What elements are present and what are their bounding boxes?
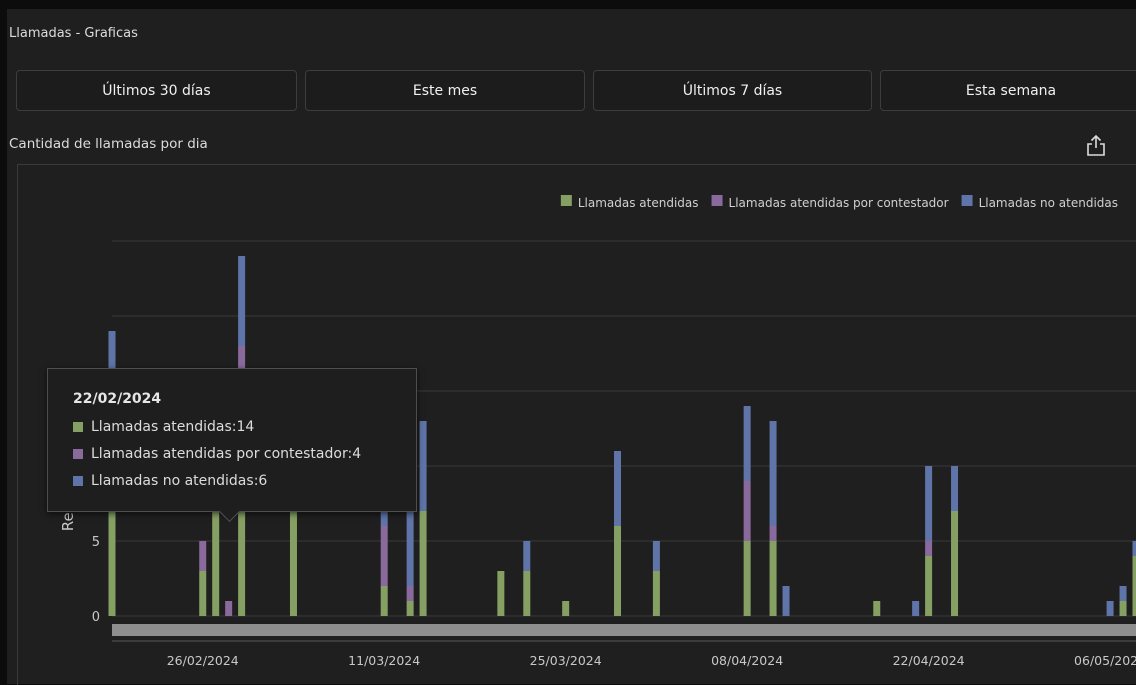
- bar-segment: [523, 541, 530, 571]
- tooltip-row-contestador: Llamadas atendidas por contestador 4: [73, 446, 361, 462]
- tooltip-value: 4: [352, 446, 361, 462]
- bar-segment: [199, 541, 206, 571]
- legend-label: Llamadas atendidas por contestador: [729, 196, 949, 210]
- tooltip-row-atendidas: Llamadas atendidas 14: [73, 419, 254, 435]
- bar-segment: [770, 541, 777, 616]
- bar-segment: [744, 541, 751, 616]
- x-tick-label: 08/04/2024: [711, 653, 783, 668]
- bar-segment: [614, 451, 621, 526]
- chart-tooltip: 22/02/2024 Llamadas atendidas 14 Llamada…: [47, 368, 417, 512]
- bar-segment: [420, 421, 427, 511]
- bar-segment: [290, 496, 297, 616]
- x-tick-label: 06/05/2024: [1074, 653, 1136, 668]
- bar-segment: [925, 556, 932, 616]
- bar-segment: [497, 571, 504, 616]
- chart-heading: Cantidad de llamadas por dia: [9, 136, 208, 152]
- bar-segment: [381, 586, 388, 616]
- legend-label: Llamadas no atendidas: [979, 196, 1118, 210]
- bar-segment: [614, 526, 621, 616]
- x-tick-label: 25/03/2024: [530, 653, 602, 668]
- graphs-panel: Llamadas - Graficas Últimos 30 días Este…: [7, 9, 1136, 684]
- bar-segment: [407, 601, 414, 616]
- x-tick-label: 26/02/2024: [167, 653, 239, 668]
- bar-segment: [407, 586, 414, 601]
- bar-segment: [1107, 601, 1114, 616]
- bar-segment: [744, 406, 751, 481]
- bar-segment: [562, 601, 569, 616]
- tooltip-label: Llamadas no atendidas: [91, 473, 258, 489]
- y-tick-label: 5: [92, 535, 100, 550]
- x-tick-label: 11/03/2024: [348, 653, 420, 668]
- chart-area: 051015Recuento26/02/202411/03/202425/03/…: [17, 164, 1136, 685]
- range-scrollbar: [112, 624, 1136, 636]
- share-export-icon[interactable]: [1083, 133, 1109, 159]
- bar-segment: [744, 481, 751, 541]
- bar-segment: [238, 256, 245, 346]
- bar-segment: [925, 541, 932, 556]
- tooltip-swatch: [73, 449, 83, 459]
- tooltip-date: 22/02/2024: [73, 391, 161, 407]
- legend-swatch: [962, 195, 973, 206]
- bar-segment: [381, 526, 388, 586]
- bar-segment: [523, 571, 530, 616]
- this-week-button[interactable]: Esta semana: [880, 70, 1136, 111]
- bar-segment: [407, 511, 414, 586]
- bar-segment: [1133, 556, 1136, 616]
- tooltip-value: 6: [258, 473, 267, 489]
- bar-segment: [653, 571, 660, 616]
- tooltip-swatch: [73, 422, 83, 432]
- bar-segment: [951, 511, 958, 616]
- tooltip-label: Llamadas atendidas: [91, 419, 237, 435]
- bar-segment: [653, 541, 660, 571]
- bar-segment: [783, 586, 790, 616]
- bar-segment: [873, 601, 880, 616]
- tooltip-label: Llamadas atendidas por contestador: [91, 446, 352, 462]
- tooltip-row-no-atendidas: Llamadas no atendidas 6: [73, 473, 267, 489]
- tooltip-swatch: [73, 476, 83, 486]
- panel-title: Llamadas - Graficas: [9, 26, 138, 41]
- bar-segment: [925, 466, 932, 541]
- tooltip-value: 14: [237, 419, 255, 435]
- legend-swatch: [561, 195, 572, 206]
- last-30-days-button[interactable]: Últimos 30 días: [16, 70, 297, 111]
- bar-segment: [912, 601, 919, 616]
- bar-segment: [770, 421, 777, 526]
- x-tick-label: 22/04/2024: [893, 653, 965, 668]
- bar-segment: [420, 511, 427, 616]
- bar-segment: [770, 526, 777, 541]
- bar-segment: [951, 466, 958, 511]
- bar-segment: [1133, 541, 1136, 556]
- bar-segment: [1120, 601, 1127, 616]
- this-month-button[interactable]: Este mes: [305, 70, 585, 111]
- y-tick-label: 0: [92, 610, 100, 625]
- bar-segment: [1120, 586, 1127, 601]
- bar-segment: [199, 571, 206, 616]
- legend-label: Llamadas atendidas: [578, 196, 699, 210]
- last-7-days-button[interactable]: Últimos 7 días: [593, 70, 872, 111]
- legend-swatch: [712, 195, 723, 206]
- bar-segment: [225, 601, 232, 616]
